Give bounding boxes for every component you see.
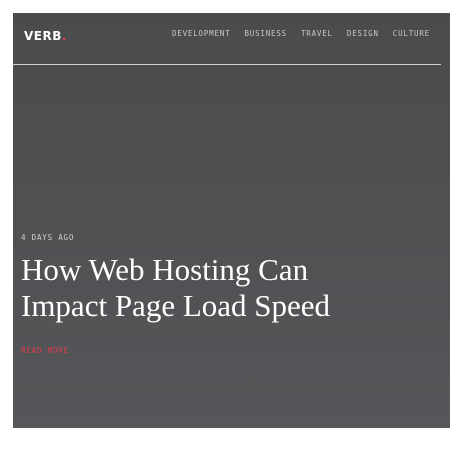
top-navigation-bar: VERB. DEVELOPMENT BUSINESS TRAVEL DESIGN… xyxy=(13,13,450,63)
site-logo[interactable]: VERB. xyxy=(24,29,67,43)
hero-banner: VERB. DEVELOPMENT BUSINESS TRAVEL DESIGN… xyxy=(13,13,450,428)
primary-nav: DEVELOPMENT BUSINESS TRAVEL DESIGN CULTU… xyxy=(172,29,430,38)
logo-dot: . xyxy=(61,29,67,43)
logo-text: VERB xyxy=(24,29,62,43)
featured-post: 4 DAYS AGO How Web Hosting Can Impact Pa… xyxy=(21,233,421,358)
post-timestamp: 4 DAYS AGO xyxy=(21,233,75,242)
nav-item-culture[interactable]: CULTURE xyxy=(393,29,430,38)
read-more-link[interactable]: READ MORE xyxy=(21,346,69,355)
post-headline[interactable]: How Web Hosting Can Impact Page Load Spe… xyxy=(21,252,351,324)
nav-item-development[interactable]: DEVELOPMENT xyxy=(172,29,230,38)
header-divider xyxy=(13,64,441,65)
nav-item-business[interactable]: BUSINESS xyxy=(244,29,287,38)
nav-item-design[interactable]: DESIGN xyxy=(347,29,379,38)
nav-item-travel[interactable]: TRAVEL xyxy=(301,29,333,38)
